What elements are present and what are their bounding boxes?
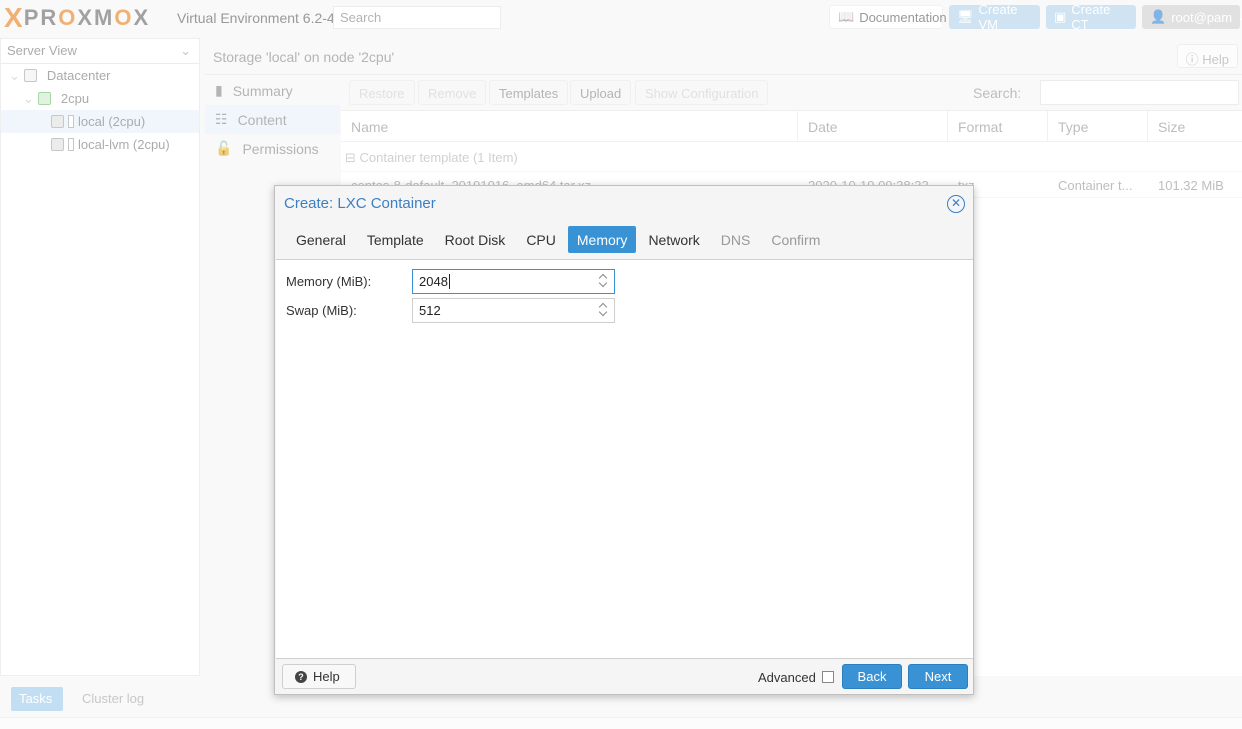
memory-value: 2048 (419, 274, 448, 289)
tab-cpu[interactable]: CPU (517, 226, 565, 253)
swap-label: Swap (MiB): (286, 303, 357, 318)
advanced-checkbox[interactable] (822, 671, 834, 683)
tab-dns[interactable]: DNS (712, 226, 760, 253)
memory-spinner[interactable] (598, 272, 610, 291)
next-button[interactable]: Next (908, 664, 968, 689)
close-icon[interactable]: ✕ (947, 195, 965, 213)
tab-root-disk[interactable]: Root Disk (436, 226, 515, 253)
dialog-help-button[interactable]: ? Help (282, 664, 356, 689)
tab-confirm[interactable]: Confirm (762, 226, 829, 253)
memory-row: Memory (MiB): 2048 (286, 269, 615, 294)
spin-down-icon[interactable] (598, 310, 610, 319)
swap-field[interactable]: 512 (412, 298, 615, 323)
dialog-footer: ? Help Advanced Back Next (276, 660, 973, 694)
dialog-body: Memory (MiB): 2048 Swap (MiB): 512 (276, 259, 973, 659)
memory-field[interactable]: 2048 (412, 269, 615, 294)
spin-down-icon[interactable] (598, 281, 610, 290)
back-button[interactable]: Back (842, 664, 902, 689)
advanced-label: Advanced (758, 670, 816, 685)
question-icon: ? (295, 670, 307, 683)
swap-row: Swap (MiB): 512 (286, 298, 615, 323)
tab-template[interactable]: Template (358, 226, 433, 253)
text-cursor (448, 274, 450, 289)
tab-network[interactable]: Network (639, 226, 708, 253)
tab-memory[interactable]: Memory (567, 226, 637, 253)
dialog-title: Create: LXC Container (284, 195, 436, 212)
swap-spinner[interactable] (598, 301, 610, 320)
swap-value: 512 (419, 303, 441, 318)
wizard-tabs: General Template Root Disk CPU Memory Ne… (287, 226, 829, 253)
tab-general[interactable]: General (287, 226, 355, 253)
create-lxc-dialog: Create: LXC Container ✕ General Template… (274, 185, 974, 695)
memory-label: Memory (MiB): (286, 274, 372, 289)
